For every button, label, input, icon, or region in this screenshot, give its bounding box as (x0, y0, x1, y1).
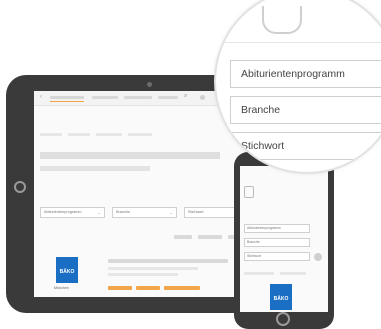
phone-company-logo[interactable]: BÄKO (270, 284, 292, 310)
phone-select-program-label: Abiturientenprogramm (247, 226, 281, 230)
result-title-line (108, 259, 228, 263)
magnifier-select-branch-label: Branche (241, 104, 281, 116)
result-tag-3 (164, 286, 200, 290)
nav-item-4[interactable] (158, 96, 178, 99)
magnifier-keyword-input[interactable]: Stichwort (230, 132, 381, 160)
result-tag-2 (136, 286, 160, 290)
breadcrumb-4 (128, 133, 152, 136)
magnifier-circle: Abiturientenprogramm Branche ⌄ Stichwort (214, 0, 381, 174)
result-text-line-2 (108, 273, 178, 276)
back-arrow-icon[interactable]: ‹ (40, 94, 42, 100)
tablet-logo-text: BÄKO (59, 269, 75, 275)
phone-keyword-label: Stichwort (247, 254, 261, 258)
phone-icon (244, 186, 254, 198)
nav-circle-icon[interactable] (200, 95, 205, 100)
magnifier-icon-outline (262, 6, 302, 34)
tablet-select-program-label: Abiturientenprogramm (44, 210, 82, 214)
phone-text-line-1 (244, 272, 274, 275)
nav-item-1[interactable] (50, 96, 84, 99)
tablet-company-logo[interactable]: BÄKO (56, 257, 78, 283)
tablet-camera (147, 82, 152, 87)
page-title (40, 152, 220, 159)
result-text-line-1 (108, 267, 198, 270)
chevron-down-icon: ⌄ (169, 210, 173, 215)
chevron-down-icon: ⌄ (97, 210, 101, 215)
breadcrumb-2 (68, 133, 90, 136)
breadcrumb-3 (96, 133, 122, 136)
search-icon[interactable]: ⌕ (184, 93, 187, 100)
breadcrumb-1 (40, 133, 62, 136)
nav-item-1-underline (50, 101, 84, 102)
tablet-select-program[interactable]: Abiturientenprogramm ⌄ (40, 207, 105, 218)
phone-select-program[interactable]: Abiturientenprogramm (244, 224, 310, 233)
phone-text-line-2 (280, 272, 306, 275)
filter-chip-2[interactable] (198, 235, 222, 239)
phone-screen: Abiturientenprogramm Branche Stichwort B… (240, 166, 328, 312)
phone-device: Abiturientenprogramm Branche Stichwort B… (234, 152, 334, 329)
phone-search-button[interactable] (314, 253, 322, 261)
result-tag-1 (108, 286, 132, 290)
magnifier-select-program-label: Abiturientenprogramm (241, 68, 345, 80)
magnifier-select-branch[interactable]: Branche ⌄ (230, 96, 381, 124)
phone-keyword-input[interactable]: Stichwort (244, 252, 310, 261)
filter-chip-1[interactable] (174, 235, 192, 239)
phone-logo-text: BÄKO (273, 296, 289, 302)
phone-select-branch[interactable]: Branche (244, 238, 310, 247)
phone-home-button[interactable] (276, 312, 290, 326)
tablet-keyword-label: Stichwort (188, 210, 204, 214)
tablet-home-button[interactable] (14, 181, 26, 193)
page-subtitle (40, 166, 150, 171)
tablet-select-branch-label: Branche (116, 210, 131, 214)
magnifier-select-program[interactable]: Abiturientenprogramm (230, 60, 381, 88)
magnifier-keyword-label: Stichwort (241, 140, 285, 152)
nav-item-2[interactable] (92, 96, 118, 99)
tablet-logo-caption: München (54, 286, 69, 290)
phone-select-branch-label: Branche (247, 240, 260, 244)
tablet-select-branch[interactable]: Branche ⌄ (112, 207, 177, 218)
magnifier-divider (216, 42, 381, 43)
nav-item-3[interactable] (124, 96, 152, 99)
